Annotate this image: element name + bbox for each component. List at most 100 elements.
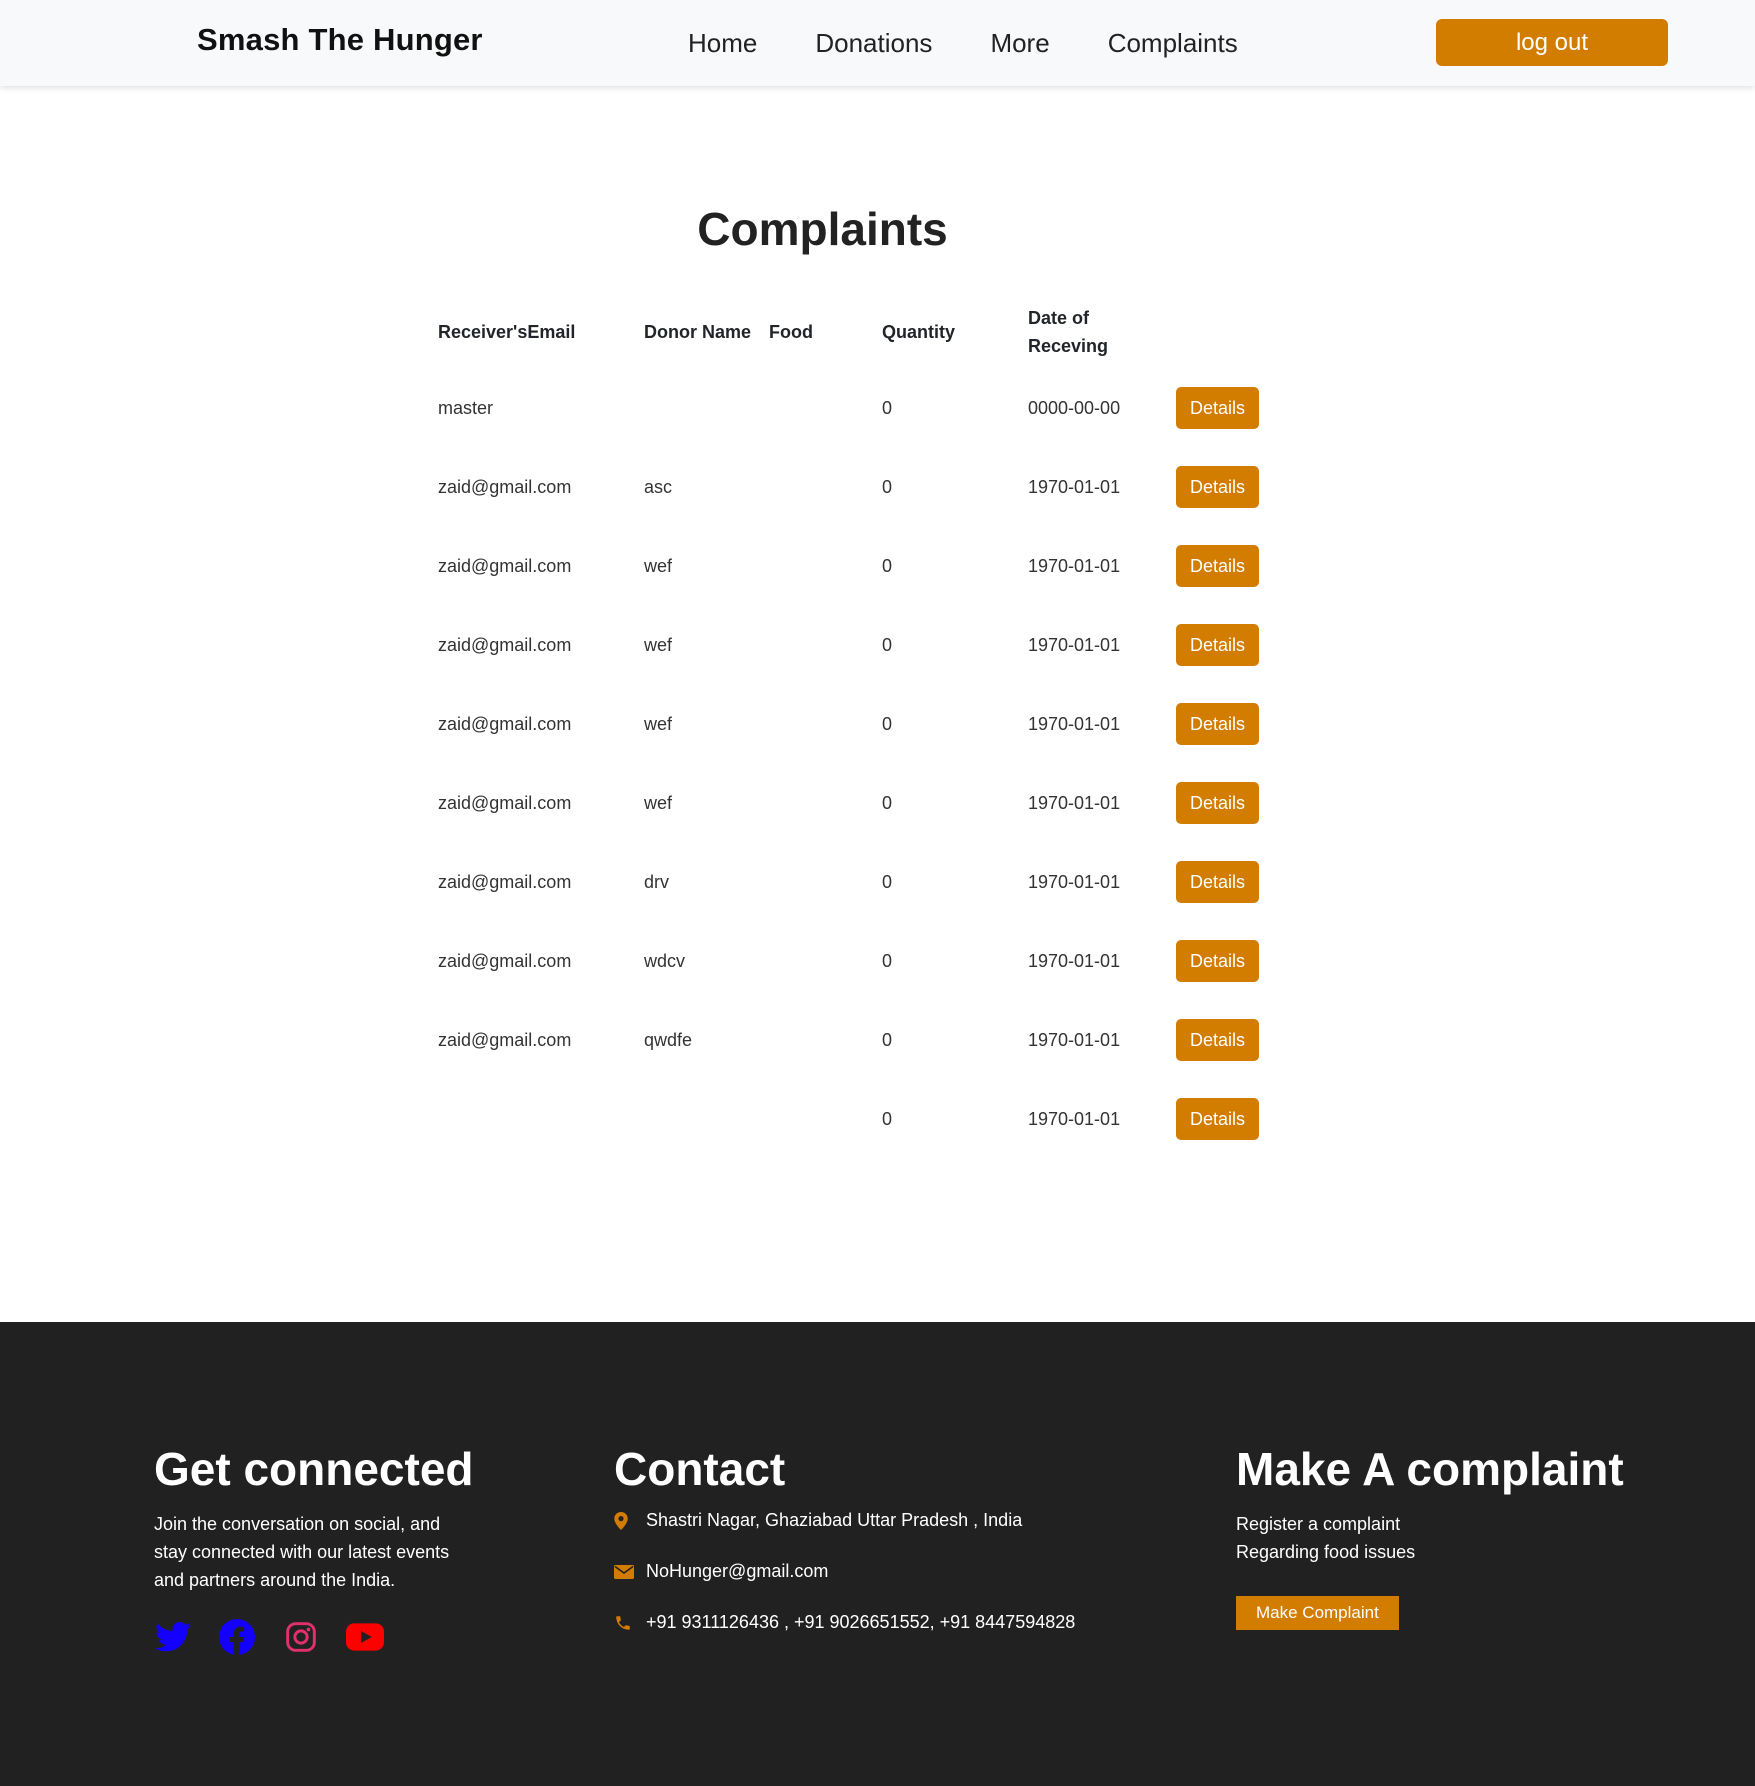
cell-donor-name — [636, 368, 761, 447]
cell-quantity: 0 — [882, 634, 893, 655]
cell-food — [761, 605, 874, 684]
social-links — [154, 1618, 474, 1656]
contact-title: Contact — [614, 1443, 786, 1495]
nav-links: Home Donations More Complaints — [688, 28, 1296, 59]
cell-donor-name: wef — [644, 792, 673, 813]
complaint-title: Make A complaint — [1236, 1443, 1624, 1495]
cell-quantity: 0 — [882, 555, 893, 576]
cell-date: 1970-01-01 — [1028, 950, 1121, 971]
details-button[interactable]: Details — [1176, 1097, 1260, 1140]
cell-quantity: 0 — [882, 397, 893, 418]
table-row: zaid@gmail.com wdcv 0 1970-01-01 Details — [430, 921, 1268, 1000]
instagram-icon[interactable] — [282, 1618, 320, 1656]
table-row: zaid@gmail.com wef 0 1970-01-01 Details — [430, 605, 1268, 684]
cell-date: 1970-01-01 — [1028, 1108, 1121, 1129]
details-button[interactable]: Details — [1176, 702, 1260, 745]
table-row: zaid@gmail.com drv 0 1970-01-01 Details — [430, 842, 1268, 921]
cell-action: Details — [1168, 1000, 1268, 1079]
nav-link-donations[interactable]: Donations — [815, 28, 932, 59]
table-row: zaid@gmail.com asc 0 1970-01-01 Details — [430, 447, 1268, 526]
details-button[interactable]: Details — [1176, 781, 1260, 824]
complaints-table-container: Receiver'sEmail Donor Name Food Quantity… — [430, 296, 1290, 1158]
cell-email: zaid@gmail.com — [438, 634, 572, 655]
column-header-email: Receiver'sEmail — [438, 322, 576, 342]
cell-date: 1970-01-01 — [1028, 871, 1121, 892]
cell-donor-name: wdcv — [644, 950, 686, 971]
cell-email: zaid@gmail.com — [438, 950, 572, 971]
cell-email: zaid@gmail.com — [438, 871, 572, 892]
cell-quantity: 0 — [882, 950, 893, 971]
column-header-date: Date of Receving — [1028, 308, 1109, 356]
cell-food — [761, 526, 874, 605]
cell-food — [761, 921, 874, 1000]
details-button[interactable]: Details — [1176, 623, 1260, 666]
youtube-icon[interactable] — [346, 1618, 384, 1656]
contact-phone-text: +91 9311126436 , +91 9026651552, +91 844… — [646, 1612, 1076, 1632]
cell-action: Details — [1168, 447, 1268, 526]
nav-link-home[interactable]: Home — [688, 28, 757, 59]
nav-link-complaints[interactable]: Complaints — [1108, 28, 1238, 59]
details-button[interactable]: Details — [1176, 386, 1260, 429]
table-row: 0 1970-01-01 Details — [430, 1079, 1268, 1158]
cell-donor-name: wef — [644, 634, 673, 655]
cell-quantity: 0 — [882, 476, 893, 497]
cell-date: 1970-01-01 — [1028, 792, 1121, 813]
details-button[interactable]: Details — [1176, 1018, 1260, 1061]
contact-address: Shastri Nagar, Ghaziabad Uttar Pradesh ,… — [614, 1510, 1174, 1531]
cell-food — [761, 1079, 874, 1158]
footer-connected-section: Get connected Join the conversation on s… — [154, 1442, 474, 1656]
cell-donor-name — [636, 1079, 761, 1158]
nav-link-more[interactable]: More — [990, 28, 1049, 59]
cell-food — [761, 842, 874, 921]
cell-food — [761, 1000, 874, 1079]
cell-donor-name: drv — [644, 871, 670, 892]
page-title: Complaints — [697, 203, 948, 255]
cell-action: Details — [1168, 684, 1268, 763]
cell-email: zaid@gmail.com — [438, 555, 572, 576]
footer-complaint-section: Make A complaint Register a complaint Re… — [1236, 1442, 1656, 1630]
twitter-icon[interactable] — [154, 1618, 192, 1656]
cell-quantity: 0 — [882, 792, 893, 813]
cell-food — [761, 447, 874, 526]
complaint-line-2: Regarding food issues — [1236, 1542, 1416, 1562]
cell-date: 1970-01-01 — [1028, 713, 1121, 734]
cell-date: 1970-01-01 — [1028, 634, 1121, 655]
cell-donor-name: asc — [644, 476, 673, 497]
navbar: Smash The Hunger Home Donations More Com… — [0, 0, 1755, 86]
contact-email: NoHunger@gmail.com — [614, 1561, 1174, 1582]
phone-icon — [614, 1614, 640, 1632]
cell-email: zaid@gmail.com — [438, 1029, 572, 1050]
cell-action: Details — [1168, 605, 1268, 684]
logout-button[interactable]: log out — [1436, 19, 1668, 66]
details-button[interactable]: Details — [1176, 860, 1260, 903]
cell-action: Details — [1168, 368, 1268, 447]
contact-email-text[interactable]: NoHunger@gmail.com — [646, 1561, 828, 1582]
facebook-icon[interactable] — [218, 1618, 256, 1656]
cell-date: 1970-01-01 — [1028, 476, 1121, 497]
details-button[interactable]: Details — [1176, 544, 1260, 587]
cell-donor-name: qwdfe — [644, 1029, 693, 1050]
brand-logo[interactable]: Smash The Hunger — [197, 22, 483, 58]
table-row: zaid@gmail.com wef 0 1970-01-01 Details — [430, 526, 1268, 605]
table-body: master 0 0000-00-00 Details zaid@gmail.com as… — [430, 368, 1268, 1158]
cell-action: Details — [1168, 842, 1268, 921]
complaint-line-1: Register a complaint — [1236, 1514, 1401, 1534]
details-button[interactable]: Details — [1176, 939, 1260, 982]
cell-email: zaid@gmail.com — [438, 713, 572, 734]
cell-email: zaid@gmail.com — [438, 792, 572, 813]
cell-food — [761, 684, 874, 763]
cell-email: master — [438, 397, 494, 418]
contact-phone: +91 9311126436 , +91 9026651552, +91 844… — [614, 1612, 1174, 1633]
cell-quantity: 0 — [882, 713, 893, 734]
cell-donor-name: wef — [644, 555, 673, 576]
cell-action: Details — [1168, 921, 1268, 1000]
cell-date: 1970-01-01 — [1028, 1029, 1121, 1050]
make-complaint-button[interactable]: Make Complaint — [1236, 1596, 1399, 1630]
connected-text: Join the conversation on social, and sta… — [154, 1514, 450, 1590]
cell-action: Details — [1168, 763, 1268, 842]
table-header-row: Receiver'sEmail Donor Name Food Quantity… — [430, 296, 1268, 368]
complaints-table: Receiver'sEmail Donor Name Food Quantity… — [430, 296, 1268, 1158]
details-button[interactable]: Details — [1176, 465, 1260, 508]
map-pin-icon — [614, 1511, 640, 1530]
column-header-quantity: Quantity — [882, 322, 956, 342]
